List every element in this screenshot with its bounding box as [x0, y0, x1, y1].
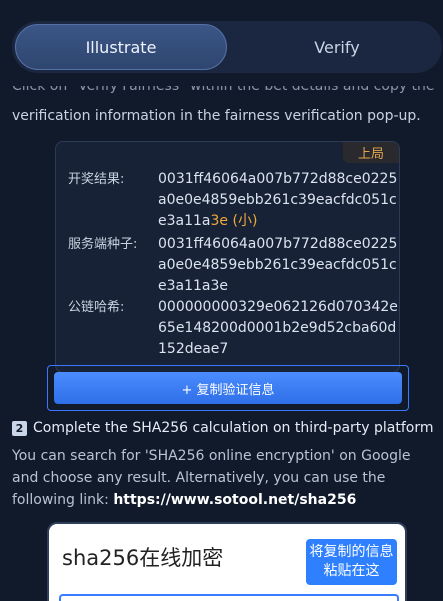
- tab-bar: Illustrate Verify: [12, 21, 442, 73]
- server-seed-label: 服务端种子:: [68, 237, 138, 252]
- result-size: (小): [228, 213, 258, 229]
- chain-hash-label: 公链哈希:: [68, 300, 125, 315]
- step-2-text: You can search for 'SHA256 online encryp…: [12, 448, 411, 508]
- chain-hash-row: 公链哈希: 000000000329e062126d070342e65e1482…: [68, 297, 398, 360]
- result-value: 0031ff46064a007b772d88ce0225a0e0e4859ebb…: [158, 171, 398, 229]
- example-input-field: [59, 594, 399, 601]
- result-label: 开奖结果:: [68, 172, 125, 187]
- result-highlight: 3e: [210, 213, 229, 229]
- example-title: sha256在线加密: [62, 546, 224, 570]
- paste-tip: 将复制的信息粘贴在这: [306, 539, 397, 585]
- tab-verify[interactable]: Verify: [242, 21, 432, 73]
- server-seed-value: 0031ff46064a007b772d88ce0225a0e0e4859ebb…: [158, 236, 398, 294]
- chain-hash-value: 000000000329e062126d070342e65e148200d000…: [158, 299, 398, 357]
- intro-text: verification information in the fairness…: [12, 108, 421, 124]
- previous-round-badge: 上局: [343, 142, 399, 163]
- result-row: 开奖结果: 0031ff46064a007b772d88ce0225a0e0e4…: [68, 169, 398, 232]
- sha256-link[interactable]: https://www.sotool.net/sha256: [113, 492, 356, 508]
- example-screenshot: sha256在线加密 将复制的信息粘贴在这: [47, 522, 407, 601]
- step-2-heading: 2 Complete the SHA256 calculation on thi…: [12, 420, 443, 436]
- intro-partial-line: Click on "Verify Fairness" within the be…: [12, 86, 435, 94]
- step-2-title: Complete the SHA256 calculation on third…: [33, 420, 434, 436]
- copy-verification-button[interactable]: + 复制验证信息: [54, 372, 402, 404]
- verification-card: 上局 开奖结果: 0031ff46064a007b772d88ce0225a0e…: [55, 141, 400, 373]
- tab-illustrate[interactable]: Illustrate: [15, 24, 227, 70]
- step-number-badge: 2: [12, 420, 27, 436]
- copy-button-focus-ring: + 复制验证信息: [47, 365, 409, 411]
- server-seed-row: 服务端种子: 0031ff46064a007b772d88ce0225a0e0e…: [68, 234, 398, 297]
